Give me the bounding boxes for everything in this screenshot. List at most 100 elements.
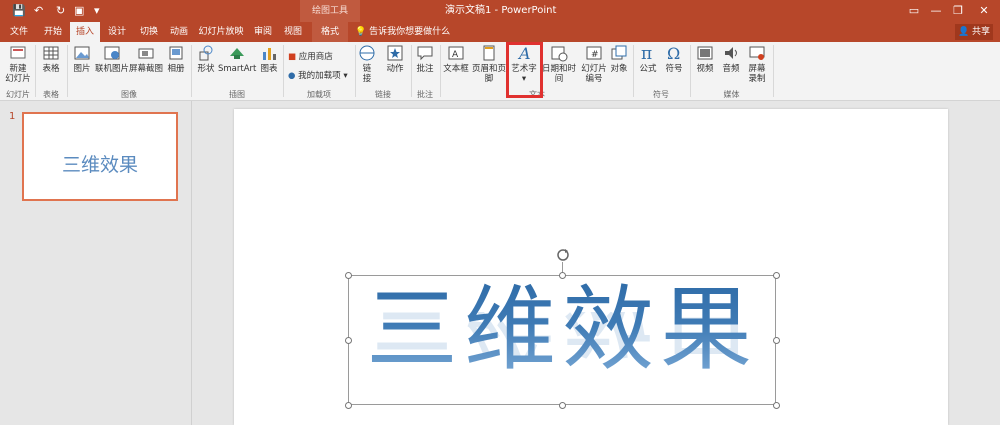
resize-handle-top-left[interactable]: [345, 272, 352, 279]
link-label-1: 链: [362, 64, 372, 74]
header-footer-button[interactable]: 页眉和页脚: [470, 44, 508, 84]
video-button[interactable]: 视频: [694, 44, 716, 74]
svg-text:π: π: [641, 44, 652, 62]
separator: [355, 45, 356, 97]
new-slide-button[interactable]: 新建 幻灯片: [4, 44, 32, 84]
shapes-button[interactable]: 形状: [194, 44, 218, 74]
screen-recording-button[interactable]: 屏幕 录制: [745, 44, 769, 84]
screenshot-label: 屏幕截图: [129, 64, 164, 74]
group-slides-label: 幻灯片: [6, 90, 30, 99]
slideshow-from-start-icon[interactable]: ▣: [74, 4, 84, 17]
store-label: 应用商店: [298, 52, 333, 62]
thumbnail-text: 三维效果: [61, 154, 138, 176]
resize-handle-bottom[interactable]: [559, 402, 566, 409]
share-label: 共享: [972, 27, 991, 37]
screen-rec-label-1: 屏幕: [748, 64, 766, 74]
addins-icon: ●: [288, 71, 296, 81]
resize-handle-bottom-right[interactable]: [773, 402, 780, 409]
undo-icon[interactable]: ↶: [34, 4, 43, 17]
action-label: 动作: [386, 64, 404, 74]
separator: [773, 45, 774, 97]
smartart-icon: [230, 48, 244, 59]
textbox-label: 文本框: [443, 64, 469, 74]
svg-text:Ω: Ω: [667, 44, 680, 62]
equation-label: 公式: [639, 64, 657, 74]
group-images-label: 图像: [121, 90, 137, 99]
photo-album-label: 相册: [167, 64, 185, 74]
drawing-tools-label: 绘图工具: [300, 0, 360, 22]
slide-thumbnail[interactable]: 三维效果: [22, 112, 178, 201]
group-symbols-label: 符号: [653, 90, 669, 99]
object-icon: [611, 45, 627, 60]
save-icon[interactable]: 💾: [12, 4, 26, 17]
restore-button[interactable]: ❐: [944, 0, 972, 22]
object-label: 对象: [610, 64, 628, 74]
picture-button[interactable]: 图片: [70, 44, 94, 74]
smartart-button[interactable]: SmartArt: [218, 44, 256, 74]
online-picture-button[interactable]: 联机图片: [95, 44, 129, 74]
separator: [67, 45, 68, 97]
tab-slideshow[interactable]: 幻灯片放映: [196, 22, 246, 42]
group-media-label: 媒体: [723, 90, 740, 99]
tab-transitions[interactable]: 切换: [134, 22, 164, 42]
tab-view[interactable]: 视图: [278, 22, 308, 42]
customize-qat-icon[interactable]: ▾: [94, 4, 100, 17]
separator: [191, 45, 192, 97]
link-label-2: 接: [362, 74, 372, 84]
tab-review[interactable]: 审阅: [248, 22, 278, 42]
my-addins-label: 我的加载项: [298, 71, 341, 81]
slide-number-label-2: 编号: [585, 74, 603, 84]
symbol-button[interactable]: Ω 符号: [663, 44, 685, 74]
tell-me-search[interactable]: 💡 告诉我你想要做什么: [355, 22, 450, 42]
rotate-handle-icon[interactable]: [556, 248, 570, 262]
new-slide-label-2: 幻灯片: [5, 74, 31, 84]
shapes-icon: [199, 45, 213, 61]
object-button[interactable]: 对象: [608, 44, 630, 74]
my-addins-button[interactable]: ● 我的加载项 ▾: [288, 69, 348, 81]
tab-design[interactable]: 设计: [102, 22, 132, 42]
link-button[interactable]: 链 接: [358, 44, 376, 84]
table-icon: [43, 46, 59, 60]
table-button[interactable]: 表格: [38, 44, 64, 74]
resize-handle-left[interactable]: [345, 337, 352, 344]
resize-handle-right[interactable]: [773, 337, 780, 344]
textbox-button[interactable]: A 文本框: [442, 44, 470, 74]
tab-home[interactable]: 开始: [38, 22, 68, 42]
picture-icon: [74, 46, 90, 60]
tab-animations[interactable]: 动画: [164, 22, 194, 42]
separator: [283, 45, 284, 97]
new-slide-label-1: 新建: [9, 64, 27, 74]
resize-handle-bottom-left[interactable]: [345, 402, 352, 409]
action-button[interactable]: 动作: [382, 44, 408, 74]
store-button[interactable]: ■ 应用商店: [288, 50, 333, 62]
group-addins-label: 加载项: [307, 90, 331, 99]
audio-button[interactable]: 音频: [720, 44, 742, 74]
action-star-icon: [387, 45, 403, 61]
tab-insert[interactable]: 插入: [70, 22, 100, 42]
group-links-label: 链接: [375, 90, 391, 99]
tab-format[interactable]: 格式: [312, 22, 348, 42]
close-button[interactable]: ✕: [970, 0, 998, 22]
share-button[interactable]: 👤 共享: [955, 24, 993, 40]
chart-button[interactable]: 图表: [258, 44, 280, 74]
resize-handle-top[interactable]: [559, 272, 566, 279]
comment-button[interactable]: 批注: [414, 44, 436, 74]
photo-album-icon: [169, 46, 183, 60]
wordart-highlight-box: [506, 42, 543, 98]
symbol-label: 符号: [665, 64, 683, 74]
equation-button[interactable]: π 公式: [637, 44, 659, 74]
title-bar: 💾 ↶ ↻ ▣ ▾ 绘图工具 演示文稿1 - PowerPoint ▭ — ❐ …: [0, 0, 1000, 22]
tab-file[interactable]: 文件: [4, 22, 34, 42]
redo-icon[interactable]: ↻: [56, 4, 65, 17]
omega-icon: Ω: [667, 44, 680, 62]
photo-album-button[interactable]: 相册: [164, 44, 188, 74]
chart-label: 图表: [260, 64, 278, 74]
svg-text:#: #: [591, 50, 599, 60]
screenshot-button[interactable]: 屏幕截图: [129, 44, 163, 74]
new-slide-icon: [10, 46, 26, 59]
wordart-text[interactable]: 三维效果: [350, 280, 774, 380]
datetime-button[interactable]: 日期和时间: [540, 44, 578, 84]
ribbon-insert: 新建 幻灯片 幻灯片 表格 表格 图片 联机图片 屏幕截图 相册 图像 形状 S…: [0, 42, 1000, 101]
resize-handle-top-right[interactable]: [773, 272, 780, 279]
slide-number-button[interactable]: # 幻灯片 编号: [579, 44, 609, 84]
